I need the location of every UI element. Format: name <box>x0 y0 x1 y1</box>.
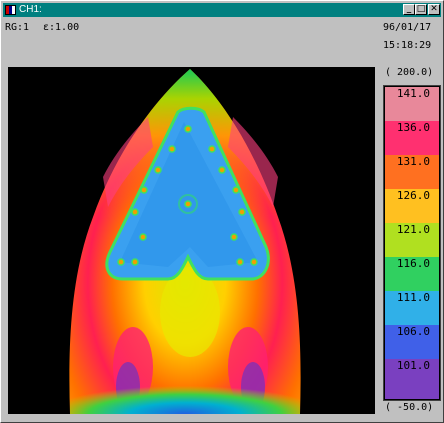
scale-cell: 101.0 <box>385 359 439 399</box>
emissivity-label: ε:1.00 <box>43 22 80 33</box>
scale-cell: 111.0 <box>385 291 439 325</box>
scale-cell: 131.0 <box>385 155 439 189</box>
iron-soleplate-thermogram <box>69 69 301 414</box>
scale-tick: 136.0 <box>396 121 430 134</box>
scale-tick: 131.0 <box>396 155 430 168</box>
time-label: 15:18:29 <box>383 40 432 51</box>
range-label: RG:1 <box>5 22 30 33</box>
window-title: CH1: <box>19 4 42 15</box>
scale-cell: 136.0 <box>385 121 439 155</box>
scale-min-label: ( -50.0) <box>385 402 434 413</box>
scale-tick: 101.0 <box>396 359 430 372</box>
close-button[interactable]: ✕ <box>428 4 440 15</box>
thermal-image[interactable] <box>8 67 375 414</box>
scale-cell: 126.0 <box>385 189 439 223</box>
title-bar[interactable]: CH1: _ □ ✕ <box>3 3 441 17</box>
thermal-window: CH1: _ □ ✕ RG:1 ε:1.00 96/01/17 15:18:29 <box>0 0 444 423</box>
scale-max-label: ( 200.0) <box>385 67 434 78</box>
scale-tick: 121.0 <box>396 223 430 236</box>
date-label: 96/01/17 <box>383 22 432 33</box>
scale-tick: 141.0 <box>396 87 430 100</box>
scale-cell: 121.0 <box>385 223 439 257</box>
color-scale: 141.0 136.0 131.0 126.0 121.0 116.0 111.… <box>383 85 441 401</box>
scale-tick: 126.0 <box>396 189 430 202</box>
scale-tick: 116.0 <box>396 257 430 270</box>
scale-cell: 116.0 <box>385 257 439 291</box>
scale-tick: 106.0 <box>396 325 430 338</box>
scale-cell: 106.0 <box>385 325 439 359</box>
scale-tick: 111.0 <box>396 291 430 304</box>
minimize-button[interactable]: _ <box>403 4 415 15</box>
system-menu-icon[interactable] <box>5 5 16 15</box>
scale-cell: 141.0 <box>385 87 439 121</box>
maximize-button[interactable]: □ <box>415 4 427 15</box>
